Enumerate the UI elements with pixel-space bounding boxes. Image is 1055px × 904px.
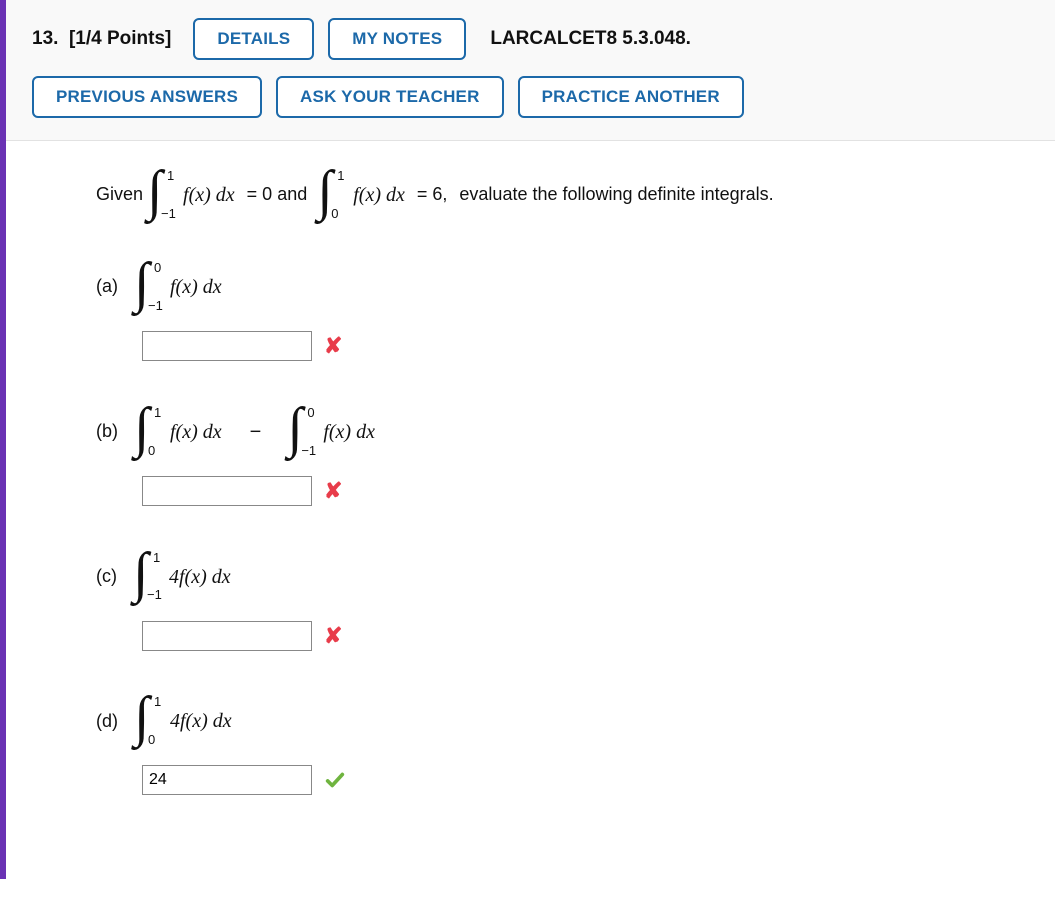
given-lead: Given bbox=[96, 182, 143, 207]
wrong-icon: ✘ bbox=[324, 476, 342, 507]
part-d-input[interactable] bbox=[142, 765, 312, 795]
question-header: 13. [1/4 Points] DETAILS MY NOTES LARCAL… bbox=[6, 0, 1055, 141]
given-statement: Given ∫ 1 −1 f(x) dx = 0 and ∫ 1 0 f(x) … bbox=[96, 169, 1015, 221]
correct-icon bbox=[324, 769, 346, 791]
part-a: (a) ∫ 0 −1 f(x) dx ✘ bbox=[96, 261, 1015, 362]
part-d-integral: ∫ 1 0 4f(x) dx bbox=[136, 695, 232, 747]
integral-given-2: ∫ 1 0 f(x) dx bbox=[319, 169, 405, 221]
previous-answers-button[interactable]: PREVIOUS ANSWERS bbox=[32, 76, 262, 118]
practice-another-button[interactable]: PRACTICE ANOTHER bbox=[518, 76, 744, 118]
part-a-input[interactable] bbox=[142, 331, 312, 361]
part-a-label: (a) bbox=[96, 274, 118, 299]
part-c-label: (c) bbox=[96, 564, 117, 589]
minus-operator: − bbox=[250, 418, 262, 446]
part-b-integral-2: ∫ 0 −1 f(x) dx bbox=[289, 406, 375, 458]
wrong-icon: ✘ bbox=[324, 331, 342, 362]
part-d: (d) ∫ 1 0 4f(x) dx bbox=[96, 695, 1015, 795]
question-body: Given ∫ 1 −1 f(x) dx = 0 and ∫ 1 0 f(x) … bbox=[6, 141, 1055, 879]
question-reference: LARCALCET8 5.3.048. bbox=[490, 28, 691, 50]
part-b: (b) ∫ 1 0 f(x) dx − ∫ 0 −1 f( bbox=[96, 406, 1015, 507]
part-c: (c) ∫ 1 −1 4f(x) dx ✘ bbox=[96, 551, 1015, 652]
question-number: 13. [1/4 Points] bbox=[32, 28, 171, 50]
integral-given-1: ∫ 1 −1 f(x) dx bbox=[149, 169, 235, 221]
part-b-input[interactable] bbox=[142, 476, 312, 506]
my-notes-button[interactable]: MY NOTES bbox=[328, 18, 466, 60]
given-tail: evaluate the following definite integral… bbox=[459, 182, 773, 207]
given-eq-1: = 0 and bbox=[247, 182, 308, 207]
details-button[interactable]: DETAILS bbox=[193, 18, 314, 60]
part-b-integral-1: ∫ 1 0 f(x) dx bbox=[136, 406, 222, 458]
part-c-input[interactable] bbox=[142, 621, 312, 651]
wrong-icon: ✘ bbox=[324, 621, 342, 652]
part-a-integral: ∫ 0 −1 f(x) dx bbox=[136, 261, 222, 313]
question-container: 13. [1/4 Points] DETAILS MY NOTES LARCAL… bbox=[0, 0, 1055, 879]
part-d-label: (d) bbox=[96, 709, 118, 734]
part-c-integral: ∫ 1 −1 4f(x) dx bbox=[135, 551, 231, 603]
given-eq-2: = 6, bbox=[417, 182, 448, 207]
part-b-label: (b) bbox=[96, 419, 118, 444]
ask-teacher-button[interactable]: ASK YOUR TEACHER bbox=[276, 76, 504, 118]
